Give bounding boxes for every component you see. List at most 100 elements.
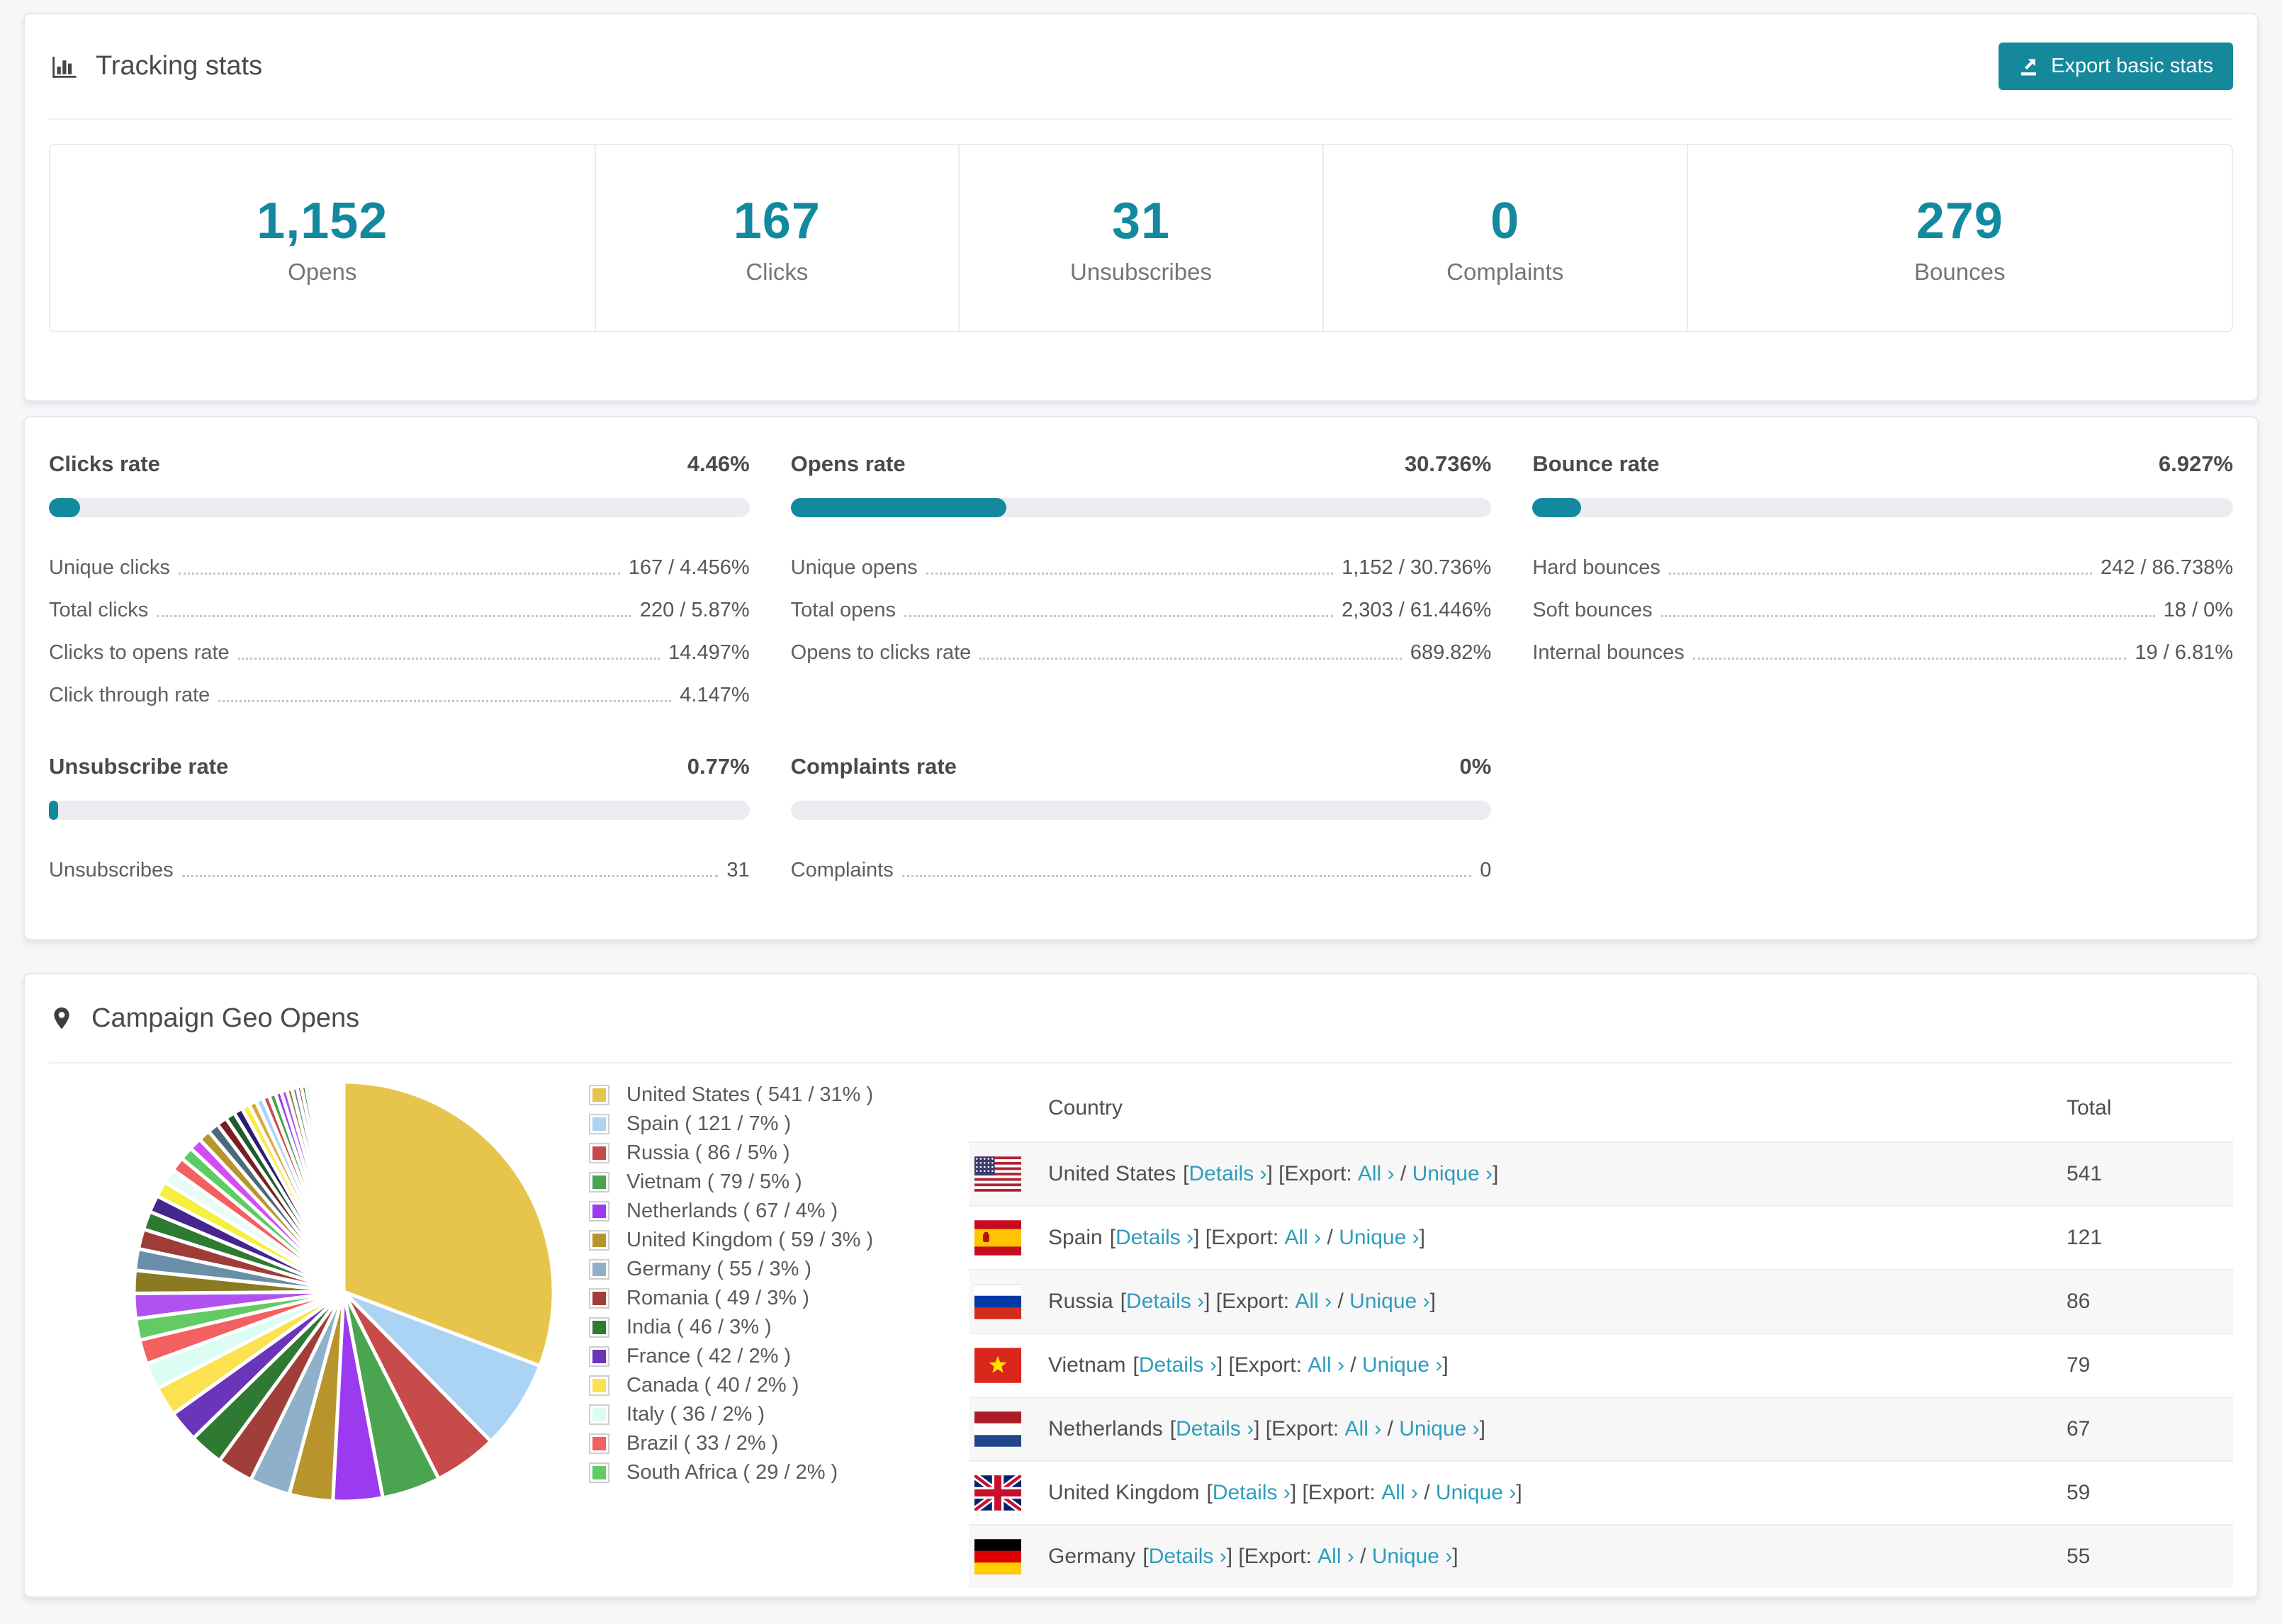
legend-label: Vietnam ( 79 / 5% ) [626,1171,802,1193]
details-link[interactable]: Details › [1213,1481,1291,1505]
export-unique-link[interactable]: Unique › [1436,1481,1516,1505]
geo-content: United States ( 541 / 31% ) Spain ( 121 /… [25,1064,2257,1588]
rate-title: Unsubscribe rate [49,754,229,779]
export-all-link[interactable]: All › [1308,1353,1344,1377]
bar-chart-icon [49,52,79,81]
kv-row: Click through rate 4.147% [49,684,750,706]
rate-block-opens: Opens rate 30.736% Unique opens 1,152 / 3… [790,451,1492,717]
stat-unsubscribes: 31 Unsubscribes [958,145,1322,331]
geo-opens-card: Campaign Geo Opens United States ( 541 /… [23,973,2259,1598]
export-button-label: Export basic stats [2051,55,2213,77]
page-title: Tracking stats [96,51,263,81]
export-unique-link[interactable]: Unique › [1412,1162,1493,1186]
rate-block-unsubscribe: Unsubscribe rate 0.77% Unsubscribes 31 [49,754,750,892]
legend-item: Italy ( 36 / 2% ) [589,1400,929,1429]
export-unique-link[interactable]: Unique › [1399,1417,1479,1441]
stat-opens: 1,152 Opens [50,145,595,331]
rates-card: Clicks rate 4.46% Unique clicks 167 / 4.4… [23,416,2259,940]
tracking-stats-card: Tracking stats Export basic stats 1,152 … [23,13,2259,402]
geo-table-row: Russia[Details ›] [Export: All › / Uniqu… [969,1269,2233,1333]
details-link[interactable]: Details › [1126,1290,1204,1314]
legend-label: Canada ( 40 / 2% ) [626,1374,799,1397]
pie-legend: United States ( 541 / 31% ) Spain ( 121 /… [589,1081,929,1487]
kv-row: Unsubscribes 31 [49,859,750,881]
stat-bounces: 279 Bounces [1686,145,2232,331]
legend-label: South Africa ( 29 / 2% ) [626,1461,838,1484]
legend-item: Spain ( 121 / 7% ) [589,1110,929,1139]
export-unique-link[interactable]: Unique › [1372,1545,1452,1569]
stat-complaints: 0 Complaints [1322,145,1687,331]
us-flag-icon [974,1156,1021,1192]
legend-swatch [589,1172,609,1192]
column-header-country: Country [1048,1096,1123,1120]
details-link[interactable]: Details › [1176,1417,1254,1441]
export-unique-link[interactable]: Unique › [1349,1290,1429,1314]
total-cell: 67 [2067,1397,2233,1461]
stat-value: 279 [1916,193,2003,249]
export-all-link[interactable]: All › [1381,1481,1418,1505]
export-all-link[interactable]: All › [1317,1545,1354,1569]
bounce-rate-bar [1532,498,2233,517]
total-cell: 55 [2067,1524,2233,1588]
total-cell: 59 [2067,1460,2233,1525]
export-unique-link[interactable]: Unique › [1362,1353,1442,1377]
export-icon [2018,56,2040,77]
stat-label: Clicks [746,259,809,285]
export-all-link[interactable]: All › [1358,1162,1395,1186]
rate-title: Bounce rate [1532,451,1660,476]
opens-rate-bar [790,498,1492,517]
rate-percent: 4.46% [687,451,750,476]
export-all-link[interactable]: All › [1345,1417,1382,1441]
legend-swatch [589,1230,609,1251]
legend-item: United States ( 541 / 31% ) [589,1081,929,1110]
column-header-total: Total [2067,1096,2112,1120]
total-cell: 86 [2067,1269,2233,1333]
legend-swatch [589,1288,609,1309]
rate-title: Complaints rate [790,754,957,779]
geo-table-row: United States[Details ›] [Export: All › … [969,1141,2233,1206]
legend-label: United States ( 541 / 31% ) [626,1083,874,1106]
rate-block-clicks: Clicks rate 4.46% Unique clicks 167 / 4.4… [49,451,750,717]
legend-item: India ( 46 / 3% ) [589,1313,929,1342]
legend-swatch [589,1143,609,1163]
export-all-link[interactable]: All › [1295,1290,1332,1314]
country-name: Vietnam [1048,1353,1126,1377]
export-unique-link[interactable]: Unique › [1339,1226,1419,1250]
geo-table-row: United Kingdom[Details ›] [Export: All ›… [969,1460,2233,1525]
details-link[interactable]: Details › [1115,1226,1193,1250]
kv-row: Complaints 0 [790,859,1492,881]
stat-label: Unsubscribes [1070,259,1212,285]
stat-label: Bounces [1914,259,2006,285]
dashboard-page: Tracking stats Export basic stats 1,152 … [0,0,2282,1598]
geo-header: Campaign Geo Opens [25,974,2257,1062]
nl-flag-icon [974,1411,1021,1447]
details-link[interactable]: Details › [1139,1353,1217,1377]
legend-label: Spain ( 121 / 7% ) [626,1112,792,1135]
legend-swatch [589,1404,609,1425]
legend-swatch [589,1375,609,1396]
export-basic-stats-button[interactable]: Export basic stats [1999,43,2233,90]
details-link[interactable]: Details › [1149,1545,1227,1569]
legend-swatch [589,1317,609,1338]
export-all-link[interactable]: All › [1285,1226,1322,1250]
legend-item: Canada ( 40 / 2% ) [589,1371,929,1400]
legend-label: Italy ( 36 / 2% ) [626,1403,765,1426]
details-link[interactable]: Details › [1188,1162,1266,1186]
header-divider [49,118,2233,120]
legend-swatch [589,1114,609,1134]
kv-row: Total clicks 220 / 5.87% [49,599,750,621]
legend-item: Russia ( 86 / 5% ) [589,1139,929,1168]
rate-block-bounce: Bounce rate 6.927% Hard bounces 242 / 86.… [1532,451,2233,717]
kv-row: Unique clicks 167 / 4.456% [49,556,750,579]
legend-label: Germany ( 55 / 3% ) [626,1258,812,1280]
ru-flag-icon [974,1284,1021,1319]
stat-value: 0 [1490,193,1520,249]
kv-row: Opens to clicks rate 689.82% [790,641,1492,664]
legend-label: Romania ( 49 / 3% ) [626,1287,809,1309]
legend-item: Vietnam ( 79 / 5% ) [589,1168,929,1197]
complaints-rate-bar [790,801,1492,820]
legend-item: United Kingdom ( 59 / 3% ) [589,1226,929,1255]
legend-label: France ( 42 / 2% ) [626,1345,792,1368]
geo-table: Country Total United States[Details ›] [… [969,1071,2233,1588]
legend-item: Brazil ( 33 / 2% ) [589,1429,929,1458]
